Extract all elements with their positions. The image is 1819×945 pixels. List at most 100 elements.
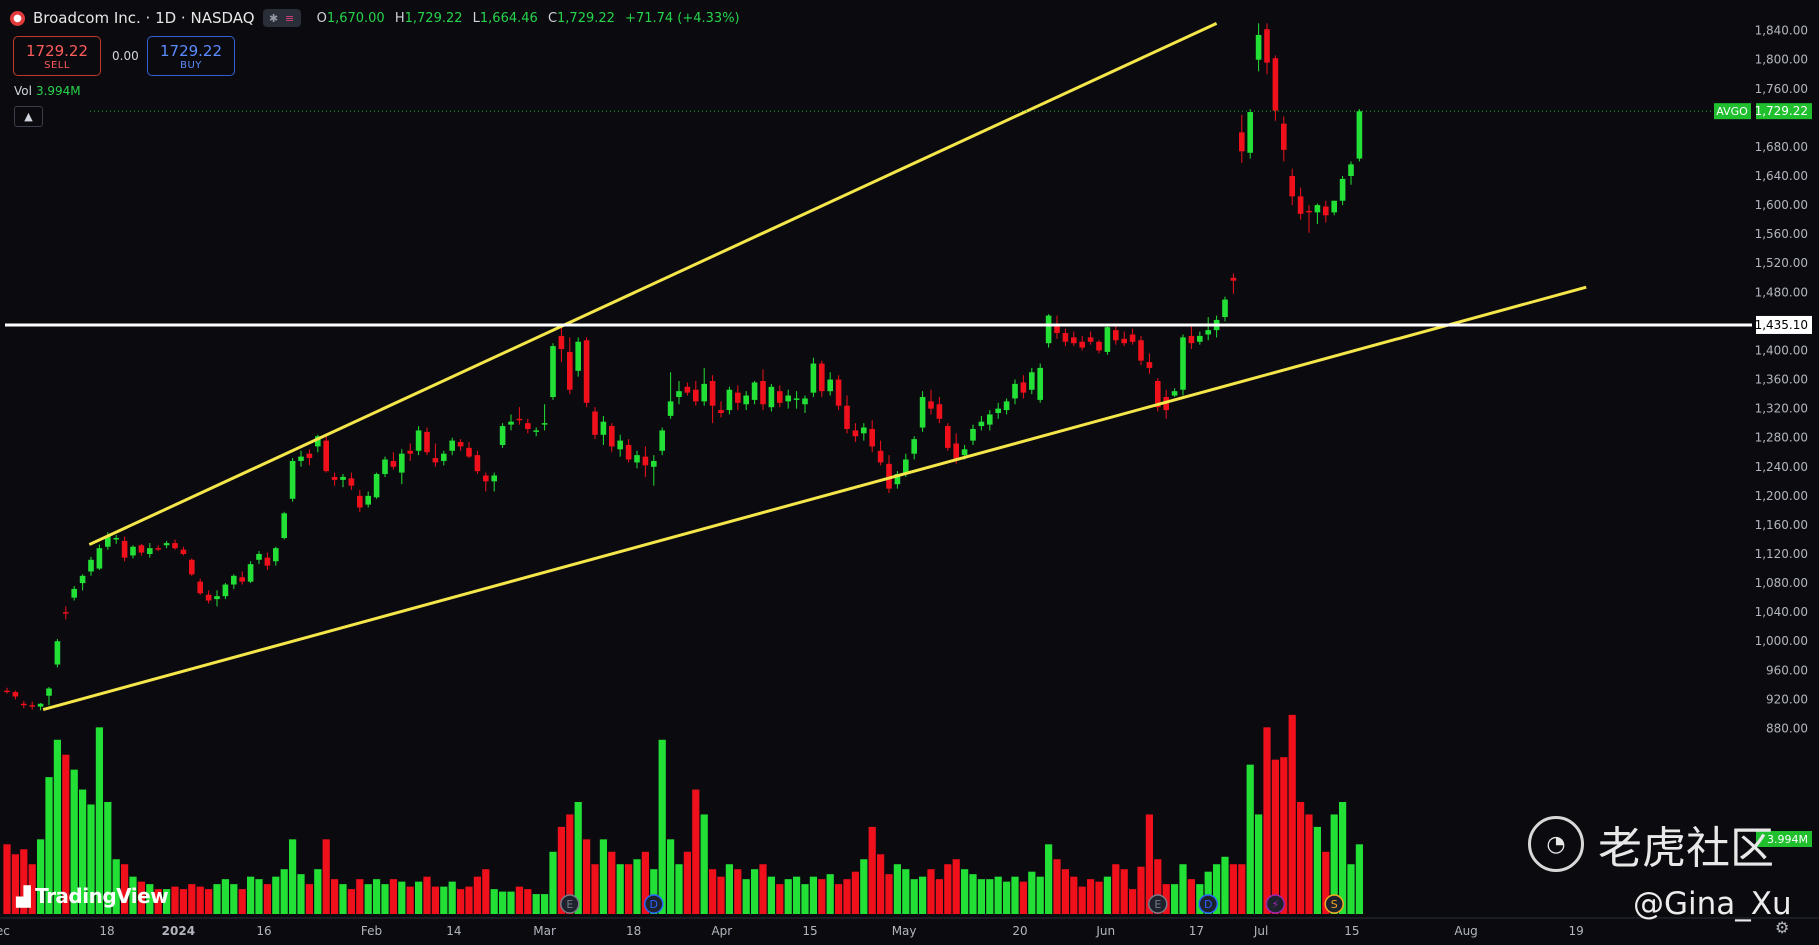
event-marker-label: D [650, 898, 658, 911]
candle-body [4, 690, 10, 693]
candle-body [1239, 132, 1245, 152]
candle-body [651, 460, 657, 467]
volume-bar [473, 876, 481, 914]
candle-body [79, 575, 86, 584]
candle-body [281, 513, 287, 539]
volume-bar [1028, 871, 1036, 914]
candle-body [600, 421, 607, 435]
candle-body [1323, 206, 1329, 216]
trendline-lower [42, 285, 1587, 712]
candle-body [1314, 205, 1321, 213]
volume-bar [751, 869, 759, 914]
indicator-pill[interactable]: ✱ ≡ [262, 9, 301, 27]
candle-body [718, 410, 724, 413]
volume-bar [1103, 876, 1111, 914]
candle-body [987, 414, 993, 425]
x-tick-label: 18 [99, 924, 114, 938]
equals-icon[interactable]: ≡ [283, 12, 297, 25]
volume-bar [549, 851, 557, 914]
volume-bar [910, 879, 918, 914]
candle-body [180, 549, 187, 555]
candle-body [1222, 299, 1228, 318]
candle-body [541, 423, 548, 425]
candle-body [1087, 337, 1094, 342]
volume-bar [667, 839, 675, 914]
volume-bar [364, 884, 372, 914]
volume-bar [1087, 879, 1095, 914]
candle-body [768, 386, 775, 408]
candle-body [684, 386, 691, 393]
volume-bar [205, 889, 213, 914]
x-tick-label: May [892, 924, 917, 938]
y-tick-label: 1,560.00 [1755, 227, 1808, 241]
volume-bar [1036, 876, 1044, 914]
volume-bar [885, 874, 893, 914]
volume-bar [809, 876, 817, 914]
volume-legend[interactable]: Vol 3.994M [14, 84, 81, 98]
tradingview-logo[interactable]: ▟ TradingView [16, 884, 169, 908]
volume-bar [381, 884, 389, 914]
volume-bar [297, 874, 305, 914]
volume-bar [1255, 814, 1263, 914]
x-tick-label: 14 [446, 924, 461, 938]
event-marker-label: E [1154, 898, 1161, 911]
volume-bar [457, 889, 465, 914]
candle-body [1079, 341, 1085, 348]
price-chart[interactable]: 880.00 920.00 960.00 1,000.00 1,040.00 1,080.… [0, 0, 1819, 945]
candle-body [911, 439, 917, 454]
volume-bar [339, 884, 347, 914]
volume-bar [322, 839, 330, 914]
candle-body [1230, 277, 1237, 281]
candle-body [617, 440, 623, 450]
collapse-legend-button[interactable]: ▲ [14, 106, 43, 127]
volume-bar [599, 839, 607, 914]
candle-body [508, 421, 514, 425]
volume-bar [919, 876, 927, 914]
event-marker-label: ⚡ [1272, 898, 1280, 911]
sell-button[interactable]: 1729.22 SELL [13, 36, 101, 76]
hline-price-label: 1,435.10 [1755, 318, 1808, 332]
candle-body [340, 476, 346, 480]
x-tick-label: Apr [711, 924, 732, 938]
ohlc-low-value: 1,664.46 [479, 10, 538, 26]
candle-body [802, 398, 808, 405]
candle-body [1297, 196, 1304, 214]
candle-body [264, 557, 271, 566]
volume-bar [331, 879, 339, 914]
candle-body [63, 612, 69, 614]
y-tick-label: 1,400.00 [1755, 343, 1808, 357]
volume-bar [591, 864, 599, 914]
candle-body [516, 418, 523, 421]
candle-body [46, 688, 52, 696]
candle-body [247, 564, 254, 582]
candle-body [1138, 340, 1144, 361]
gear-icon[interactable]: ⚙ [1775, 918, 1789, 937]
volume-bar [700, 814, 708, 914]
volume-bar [389, 879, 397, 914]
candle-body [197, 581, 203, 594]
volume-bar [305, 884, 313, 914]
asterisk-icon[interactable]: ✱ [267, 12, 281, 25]
y-tick-label: 1,160.00 [1755, 518, 1808, 532]
candle-body [474, 455, 481, 472]
symbol-tag-label: AVGO [1716, 105, 1748, 118]
candle-body [432, 458, 439, 463]
y-tick-label: 920.00 [1766, 692, 1808, 706]
symbol-title[interactable]: Broadcom Inc. · 1D · NASDAQ [33, 9, 255, 27]
event-marker-label: E [566, 898, 573, 911]
candle-body [1096, 341, 1102, 351]
candle-body [1348, 164, 1354, 177]
candle-body [1306, 210, 1312, 213]
volume-bar [709, 869, 717, 914]
ohlc-close-key: C [547, 10, 558, 26]
volume-bar [675, 864, 683, 914]
candle-body [424, 431, 430, 453]
volume-bar [1129, 889, 1137, 914]
volume-bar [465, 886, 473, 914]
buy-button[interactable]: 1729.22 BUY [147, 36, 235, 76]
y-tick-label: 1,480.00 [1755, 285, 1808, 299]
candle-body [777, 391, 783, 403]
buy-price: 1729.22 [159, 41, 223, 60]
candle-body [1113, 330, 1119, 341]
candle-body [785, 395, 791, 402]
